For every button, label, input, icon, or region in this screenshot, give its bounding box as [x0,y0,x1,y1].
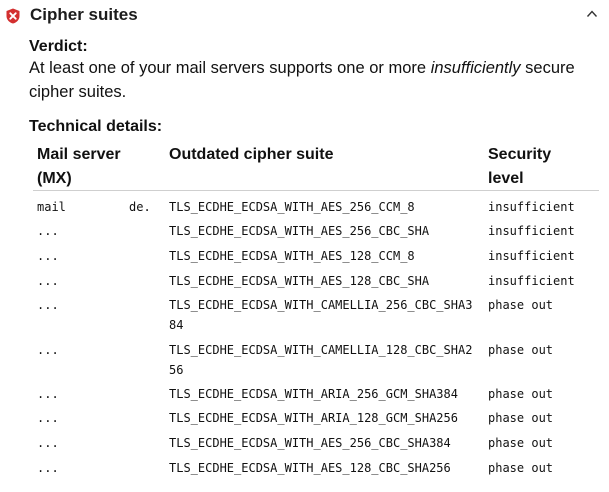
cipher-suite-cell: TLS_ECDHE_ECDSA_WITH_ARIA_256_GCM_SHA384 [169,387,458,401]
security-level-cell: phase out [488,343,554,357]
section-header[interactable]: Cipher suites [0,0,609,30]
column-header-mail-server: Mail server (MX) [37,146,121,187]
security-level-cell: phase out [488,461,554,475]
cipher-suite-cell: TLS_ECDHE_ECDSA_WITH_CAMELLIA_256_CBC_SH… [169,298,473,332]
mail-server-cell: ... [37,461,59,475]
error-shield-icon [6,8,20,24]
mail-server-cell: mail [37,200,66,214]
mail-server-cell: ... [37,274,59,288]
mail-server-cell: ... [37,436,59,450]
mail-server-cell: ... [37,249,59,263]
technical-details-label: Technical details: [29,118,163,135]
mail-server-cell: ... [37,343,59,357]
verdict-label: Verdict: [29,38,88,55]
security-level-cell: insufficient [488,224,575,238]
cipher-suite-cell: TLS_ECDHE_ECDSA_WITH_AES_256_CBC_SHA [169,224,430,238]
verdict-text: At least one of your mail servers suppor… [29,56,589,104]
cipher-suite-cell: TLS_ECDHE_ECDSA_WITH_AES_128_CBC_SHA256 [169,461,451,475]
mail-server-cell: ... [37,387,59,401]
security-level-cell: phase out [488,436,554,450]
cipher-suite-cell: TLS_ECDHE_ECDSA_WITH_AES_128_CCM_8 [169,249,415,263]
security-level-cell: phase out [488,387,554,401]
table-header-divider [33,190,599,191]
security-level-cell: insufficient [488,249,575,263]
security-level-cell: insufficient [488,274,575,288]
cipher-suite-cell: TLS_ECDHE_ECDSA_WITH_CAMELLIA_128_CBC_SH… [169,343,473,377]
mail-server-cell: ... [37,411,59,425]
cipher-suite-cell: TLS_ECDHE_ECDSA_WITH_AES_128_CBC_SHA [169,274,430,288]
column-header-cipher-suite: Outdated cipher suite [169,146,334,163]
cipher-suite-cell: TLS_ECDHE_ECDSA_WITH_AES_256_CBC_SHA384 [169,436,451,450]
verdict-text-emphasis: insufficiently [430,59,521,77]
cipher-suite-cell: TLS_ECDHE_ECDSA_WITH_AES_256_CCM_8 [169,200,415,214]
chevron-up-icon[interactable] [586,9,598,19]
section-title: Cipher suites [30,5,138,24]
mail-server-cell: ... [37,224,59,238]
security-level-cell: insufficient [488,200,575,214]
mail-server-cell: ... [37,298,59,312]
security-level-cell: phase out [488,298,554,312]
verdict-text-before: At least one of your mail servers suppor… [29,59,431,77]
cipher-suite-cell: TLS_ECDHE_ECDSA_WITH_ARIA_128_GCM_SHA256 [169,411,458,425]
mail-server-domain-cell: de. [129,200,151,214]
column-header-security-level: Security level [488,146,552,187]
security-level-cell: phase out [488,411,554,425]
